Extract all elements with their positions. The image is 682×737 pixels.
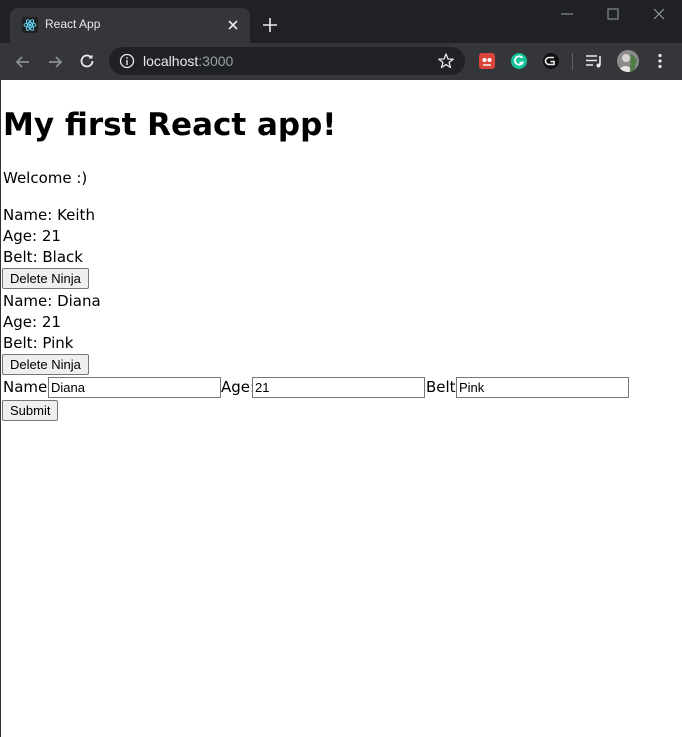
ninja-name: Name: Diana — [3, 292, 101, 310]
url-text: localhost:3000 — [143, 53, 233, 69]
url-host: localhost — [143, 53, 199, 69]
url-port: :3000 — [198, 53, 234, 69]
new-tab-icon[interactable] — [261, 16, 279, 34]
minimize-icon[interactable] — [559, 6, 575, 22]
add-ninja-form: Name: Age: Belt: — [3, 377, 682, 399]
info-icon[interactable] — [119, 53, 135, 69]
name-input[interactable] — [48, 377, 221, 398]
address-bar[interactable]: localhost:3000 — [109, 47, 465, 75]
name-label: Name: — [3, 378, 53, 396]
age-input[interactable] — [252, 377, 425, 398]
delete-ninja-button[interactable]: Delete Ninja — [2, 268, 89, 289]
media-control-icon[interactable] — [585, 52, 605, 70]
tab-react-app[interactable]: React App — [10, 8, 250, 43]
window-close-icon[interactable] — [651, 6, 667, 22]
avatar-icon — [617, 50, 639, 72]
page-title: My first React app! — [3, 107, 337, 143]
ninja-age: Age: 21 — [3, 313, 61, 331]
profile-avatar[interactable] — [617, 50, 639, 72]
grammarly-icon[interactable] — [510, 52, 528, 70]
close-tab-icon[interactable] — [225, 17, 241, 33]
toolbar-separator — [572, 53, 573, 70]
delete-ninja-button[interactable]: Delete Ninja — [2, 354, 89, 375]
extension-link-icon[interactable] — [542, 52, 560, 70]
ninja-age: Age: 21 — [3, 227, 61, 245]
submit-button[interactable]: Submit — [2, 400, 59, 421]
ninja-belt: Belt: Black — [3, 248, 83, 266]
page-viewport: My first React app! Welcome :) Name: Kei… — [0, 80, 682, 737]
ninja-belt: Belt: Pink — [3, 334, 74, 352]
more-menu-icon[interactable] — [652, 52, 668, 70]
welcome-text: Welcome :) — [3, 169, 88, 187]
browser-toolbar: localhost:3000 — [0, 43, 682, 80]
browser-chrome: React App localhost:3000 — [0, 0, 682, 80]
ninja-name: Name: Keith — [3, 206, 95, 224]
forward-arrow-icon[interactable] — [45, 52, 65, 72]
back-arrow-icon[interactable] — [13, 52, 33, 72]
reload-icon[interactable] — [77, 51, 97, 71]
age-label: Age: — [221, 378, 256, 396]
tab-strip: React App — [0, 0, 682, 43]
belt-input[interactable] — [456, 377, 629, 398]
tab-title: React App — [45, 17, 101, 31]
bookmark-star-icon[interactable] — [437, 52, 455, 70]
maximize-icon[interactable] — [605, 6, 621, 22]
extension-red-icon[interactable] — [478, 52, 496, 70]
react-logo-icon — [22, 17, 38, 33]
